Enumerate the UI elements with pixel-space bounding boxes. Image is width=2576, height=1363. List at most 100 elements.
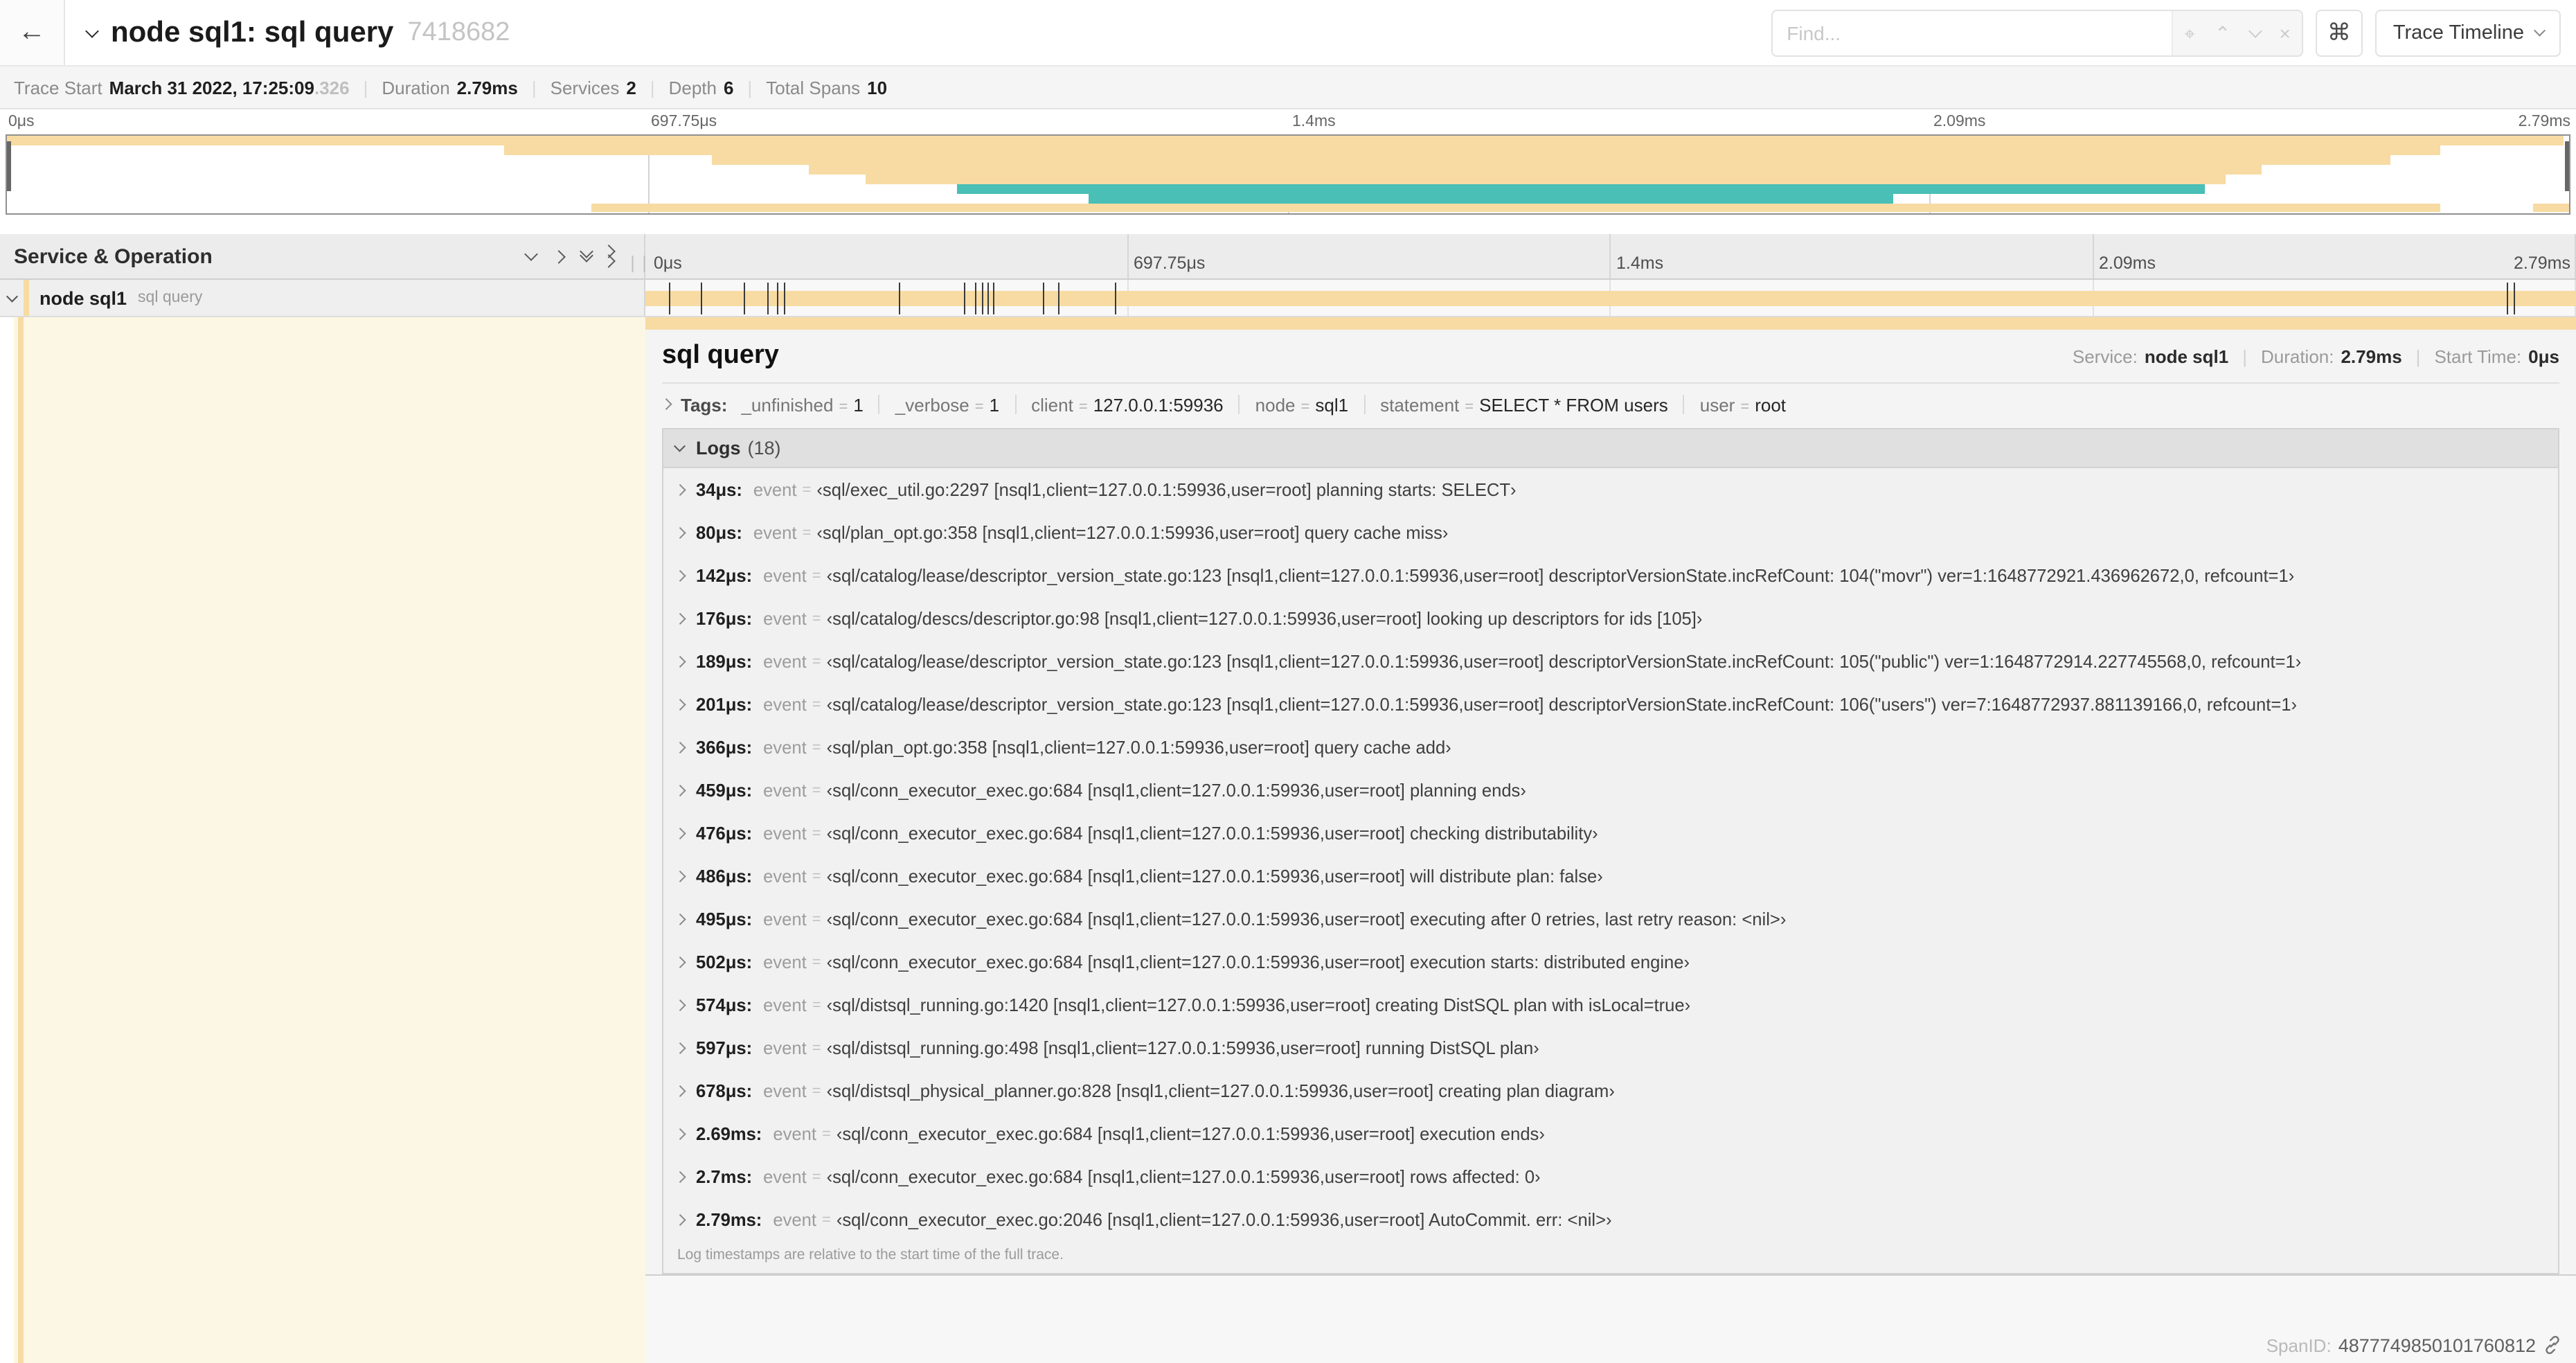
- log-equals: =: [812, 1168, 821, 1185]
- collapse-controls: [524, 244, 636, 268]
- log-row[interactable]: 142μs: event = ‹sql/catalog/lease/descripto…: [663, 554, 2558, 597]
- logs-accordion: Logs (18) 34μs: event = ‹sql/exec_util.go:2…: [662, 428, 2559, 1274]
- tag-item[interactable]: client = 127.0.0.1:59936: [1031, 394, 1224, 415]
- view-selector-dropdown[interactable]: Trace Timeline: [2374, 9, 2561, 56]
- log-marker-tick[interactable]: [2514, 283, 2516, 314]
- expand-one-icon[interactable]: [552, 249, 566, 263]
- log-chevron-right-icon: [674, 570, 686, 581]
- tag-item[interactable]: _unfinished = 1: [741, 394, 863, 415]
- log-field-key: event: [763, 565, 807, 586]
- log-marker-tick[interactable]: [668, 283, 670, 314]
- collapse-one-icon[interactable]: [524, 247, 538, 261]
- log-marker-tick[interactable]: [1058, 283, 1060, 314]
- log-marker-tick[interactable]: [964, 283, 965, 314]
- tag-item[interactable]: user = root: [1700, 394, 1786, 415]
- ruler-grid-line: [1609, 234, 1611, 278]
- log-row[interactable]: 495μs: event = ‹sql/conn_executor_exec.go:6…: [663, 898, 2558, 941]
- trace-info-label: Depth: [668, 77, 717, 98]
- tag-item[interactable]: statement = SELECT * FROM users: [1380, 394, 1668, 415]
- tag-separator: [1014, 395, 1017, 414]
- log-marker-tick[interactable]: [744, 283, 746, 314]
- minimap-left-scrubber-handle[interactable]: [7, 141, 11, 191]
- find-input[interactable]: [1773, 10, 2172, 55]
- detail-right-column: sql query Service: node sql1 | Duration: 2.7…: [645, 317, 2576, 1363]
- logs-list: 34μs: event = ‹sql/exec_util.go:2297 [nsql1…: [663, 468, 2558, 1241]
- trace-id: 7418682: [407, 17, 510, 46]
- focus-match-icon[interactable]: ⌖: [2184, 23, 2195, 42]
- log-field-value: ‹sql/conn_executor_exec.go:2046 [nsql1,c…: [836, 1209, 1612, 1230]
- log-marker-tick[interactable]: [2506, 283, 2508, 314]
- ruler-grid-line: [2092, 234, 2093, 278]
- log-marker-tick[interactable]: [1114, 283, 1116, 314]
- tag-item[interactable]: _verbose = 1: [895, 394, 999, 415]
- log-row[interactable]: 34μs: event = ‹sql/exec_util.go:2297 [nsql1…: [663, 468, 2558, 511]
- log-marker-tick[interactable]: [701, 283, 703, 314]
- log-marker-tick[interactable]: [987, 283, 989, 314]
- log-chevron-right-icon: [674, 656, 686, 667]
- minimap-span-bar: [1088, 194, 1893, 204]
- prev-match-icon[interactable]: ⌃: [2215, 23, 2230, 42]
- log-row[interactable]: 366μs: event = ‹sql/plan_opt.go:358 [nsql1,…: [663, 726, 2558, 769]
- log-row[interactable]: 2.69ms: event = ‹sql/conn_executor_exec.go:…: [663, 1112, 2558, 1155]
- span-graph-cell[interactable]: [645, 280, 2576, 316]
- log-timestamp: 2.69ms:: [696, 1123, 762, 1144]
- log-equals: =: [812, 1040, 821, 1056]
- minimap-canvas[interactable]: [6, 134, 2570, 215]
- log-marker-tick[interactable]: [975, 283, 977, 314]
- log-chevron-right-icon: [674, 527, 686, 538]
- collapse-all-icon[interactable]: [580, 244, 593, 262]
- log-row[interactable]: 486μs: event = ‹sql/conn_executor_exec.go:6…: [663, 855, 2558, 898]
- log-chevron-right-icon: [674, 484, 686, 495]
- log-marker-tick[interactable]: [1043, 283, 1045, 314]
- clear-find-icon[interactable]: ×: [2280, 23, 2291, 42]
- log-equals: =: [812, 739, 821, 756]
- back-button[interactable]: ←: [0, 0, 65, 65]
- trace-info-value: 10: [867, 77, 888, 98]
- log-chevron-right-icon: [674, 828, 686, 839]
- log-row[interactable]: 2.79ms: event = ‹sql/conn_executor_exec.go:…: [663, 1198, 2558, 1241]
- span-name-cell[interactable]: node sql1 sql query: [0, 280, 645, 316]
- log-field-key: event: [763, 1080, 807, 1101]
- log-row[interactable]: 502μs: event = ‹sql/conn_executor_exec.go:6…: [663, 941, 2558, 983]
- log-row[interactable]: 476μs: event = ‹sql/conn_executor_exec.go:6…: [663, 812, 2558, 855]
- logs-header[interactable]: Logs (18): [663, 429, 2558, 468]
- log-timestamp: 142μs:: [696, 565, 753, 586]
- deep-link-icon[interactable]: [2543, 1335, 2562, 1355]
- log-row[interactable]: 201μs: event = ‹sql/catalog/lease/descripto…: [663, 683, 2558, 726]
- log-row[interactable]: 597μs: event = ‹sql/distsql_running.go:498 …: [663, 1026, 2558, 1069]
- span-children-chevron-icon[interactable]: [6, 290, 18, 301]
- log-row[interactable]: 80μs: event = ‹sql/plan_opt.go:358 [nsql1,c…: [663, 511, 2558, 554]
- log-equals: =: [812, 954, 821, 970]
- tag-value: 1: [989, 394, 1000, 415]
- minimap-span-bar: [2533, 204, 2569, 213]
- trace-info-item: Trace Start March 31 2022, 17:25:09.326: [14, 77, 350, 98]
- log-row[interactable]: 574μs: event = ‹sql/distsql_running.go:1420…: [663, 983, 2558, 1026]
- tag-item[interactable]: node = sql1: [1255, 394, 1348, 415]
- log-row[interactable]: 176μs: event = ‹sql/catalog/descs/descripto…: [663, 597, 2558, 640]
- back-arrow-icon: ←: [18, 17, 46, 47]
- log-row[interactable]: 189μs: event = ‹sql/catalog/lease/descripto…: [663, 640, 2558, 683]
- log-marker-tick[interactable]: [992, 283, 994, 314]
- span-duration-bar[interactable]: [645, 291, 2576, 306]
- trace-title-chevron-down-icon[interactable]: [85, 24, 99, 37]
- log-row[interactable]: 678μs: event = ‹sql/distsql_physical_planne…: [663, 1069, 2558, 1112]
- next-match-icon[interactable]: [2248, 24, 2262, 37]
- log-row[interactable]: 459μs: event = ‹sql/conn_executor_exec.go:6…: [663, 769, 2558, 812]
- keyboard-shortcuts-button[interactable]: ⌘: [2315, 9, 2363, 56]
- log-marker-tick[interactable]: [981, 283, 983, 314]
- log-field-value: ‹sql/exec_util.go:2297 [nsql1,client=127…: [816, 479, 1517, 500]
- tags-row[interactable]: Tags: _unfinished = 1 _verbose = 1 client = 127.…: [660, 384, 2559, 425]
- span-color-strip: [23, 280, 28, 316]
- log-marker-tick[interactable]: [776, 283, 778, 314]
- span-row[interactable]: node sql1 sql query: [0, 280, 2576, 317]
- separator: |: [531, 77, 537, 98]
- log-marker-tick[interactable]: [767, 283, 769, 314]
- minimap-right-scrubber-handle[interactable]: [2565, 141, 2569, 191]
- log-marker-tick[interactable]: [898, 283, 900, 314]
- log-marker-tick[interactable]: [784, 283, 786, 314]
- log-equals: =: [812, 868, 821, 884]
- expand-all-icon[interactable]: [602, 244, 616, 268]
- log-field-value: ‹sql/distsql_physical_planner.go:828 [ns…: [826, 1080, 1615, 1101]
- log-row[interactable]: 2.7ms: event = ‹sql/conn_executor_exec.go:6…: [663, 1155, 2558, 1198]
- tag-value: root: [1755, 394, 1787, 415]
